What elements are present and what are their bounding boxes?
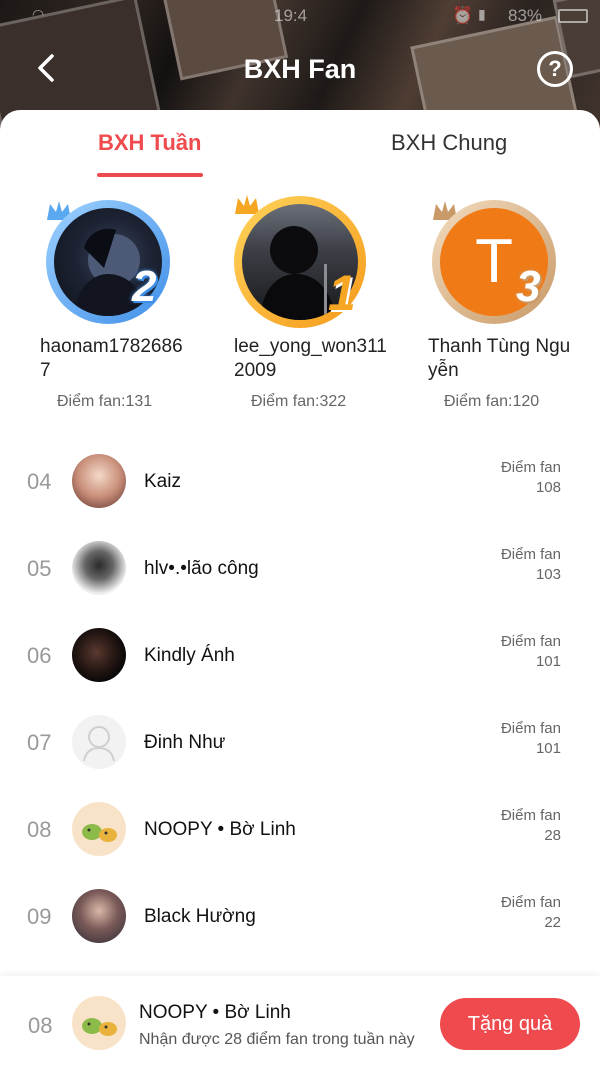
active-tab-indicator bbox=[97, 173, 203, 177]
back-button[interactable] bbox=[30, 50, 66, 86]
leaderboard-sheet: BXH Tuần BXH Chung 2 haonam17826867 Điểm bbox=[0, 110, 600, 1067]
status-bar: ◠ 19:4 ⏰ ▮ 83% bbox=[0, 6, 600, 26]
podium: 2 haonam17826867 Điểm fan:131 1 lee_yong… bbox=[0, 188, 600, 418]
score-value: 103 bbox=[535, 566, 561, 583]
my-user-name: NOOPY • Bờ Linh bbox=[139, 1002, 291, 1023]
score-label: Điểm fan bbox=[500, 720, 561, 737]
alarm-icon: ⏰ bbox=[452, 6, 474, 25]
score-label: Điểm fan bbox=[500, 459, 561, 476]
rank-badge: 3 bbox=[516, 262, 541, 311]
user-name: Kindly Ánh bbox=[144, 645, 235, 666]
score-label: Điểm fan bbox=[500, 546, 561, 563]
user-name: Black Hường bbox=[144, 906, 256, 927]
rank-number: 04 bbox=[27, 469, 52, 494]
podium-score: Điểm fan:131 bbox=[57, 393, 153, 410]
podium-name: lee_yong_won3112009 bbox=[234, 336, 387, 381]
rank-number: 05 bbox=[27, 556, 52, 581]
send-gift-button[interactable]: Tặng quà bbox=[440, 998, 580, 1050]
avatar bbox=[72, 454, 126, 508]
podium-score: Điểm fan:322 bbox=[251, 393, 347, 410]
rank-number: 08 bbox=[27, 817, 52, 842]
rank-number: 09 bbox=[27, 904, 52, 929]
chevron-left-icon bbox=[38, 54, 54, 82]
tab-bar: BXH Tuần BXH Chung bbox=[0, 110, 600, 180]
list-item[interactable]: 09 Black Hường Điểm fan 22 bbox=[0, 875, 600, 961]
help-button[interactable]: ? bbox=[537, 51, 573, 87]
my-score-summary: Nhận được 28 điểm fan trong tuần này bbox=[139, 1031, 415, 1048]
score-value: 108 bbox=[535, 479, 561, 496]
podium-score: Điểm fan:120 bbox=[444, 393, 540, 410]
avatar bbox=[72, 889, 126, 943]
tab-general[interactable]: BXH Chung bbox=[391, 130, 507, 156]
podium-name: haonam17826867 bbox=[40, 336, 183, 381]
podium-name: Thanh Tùng Nguyễn bbox=[428, 336, 571, 381]
wifi-icon: ◠ bbox=[32, 6, 45, 22]
my-avatar bbox=[72, 996, 126, 1050]
battery-percent: 83% bbox=[508, 6, 543, 25]
user-name: Đinh Như bbox=[144, 732, 226, 753]
score-value: 28 bbox=[544, 827, 561, 844]
score-value: 22 bbox=[544, 914, 561, 931]
avatar bbox=[72, 541, 126, 595]
user-name: NOOPY • Bờ Linh bbox=[144, 819, 296, 840]
avatar-photo bbox=[82, 1018, 117, 1036]
tab-weekly[interactable]: BXH Tuần bbox=[98, 130, 201, 156]
rank-number: 07 bbox=[27, 730, 52, 755]
rank-number: 06 bbox=[27, 643, 52, 668]
user-name: Kaiz bbox=[144, 471, 181, 492]
score-value: 101 bbox=[535, 740, 561, 757]
list-item[interactable]: 06 Kindly Ánh Điểm fan 101 bbox=[0, 614, 600, 700]
my-rank-bar: 08 NOOPY • Bờ Linh Nhận được 28 điểm fan… bbox=[0, 976, 600, 1067]
list-item[interactable]: 05 hlv•.•lão công Điểm fan 103 bbox=[0, 527, 600, 613]
rank-badge: 1 bbox=[328, 265, 356, 321]
battery-icon bbox=[558, 9, 588, 23]
user-name: hlv•.•lão công bbox=[144, 558, 259, 579]
score-value: 101 bbox=[535, 653, 561, 670]
person-icon bbox=[83, 726, 115, 762]
my-rank-number: 08 bbox=[28, 1013, 53, 1038]
question-icon: ? bbox=[548, 56, 562, 81]
list-item[interactable]: 04 Kaiz Điểm fan 108 bbox=[0, 440, 600, 526]
score-label: Điểm fan bbox=[500, 894, 561, 911]
status-time: 19:4 bbox=[274, 6, 308, 25]
signal-icon: ▮ bbox=[478, 6, 486, 22]
score-label: Điểm fan bbox=[500, 633, 561, 650]
rank-badge: 2 bbox=[132, 262, 157, 311]
score-label: Điểm fan bbox=[500, 807, 561, 824]
avatar bbox=[72, 628, 126, 682]
avatar bbox=[72, 802, 126, 856]
list-item[interactable]: 07 Đinh Như Điểm fan 101 bbox=[0, 701, 600, 787]
default-avatar-icon bbox=[72, 715, 126, 769]
list-item[interactable]: 08 NOOPY • Bờ Linh Điểm fan 28 bbox=[0, 788, 600, 874]
avatar-photo bbox=[82, 824, 117, 842]
